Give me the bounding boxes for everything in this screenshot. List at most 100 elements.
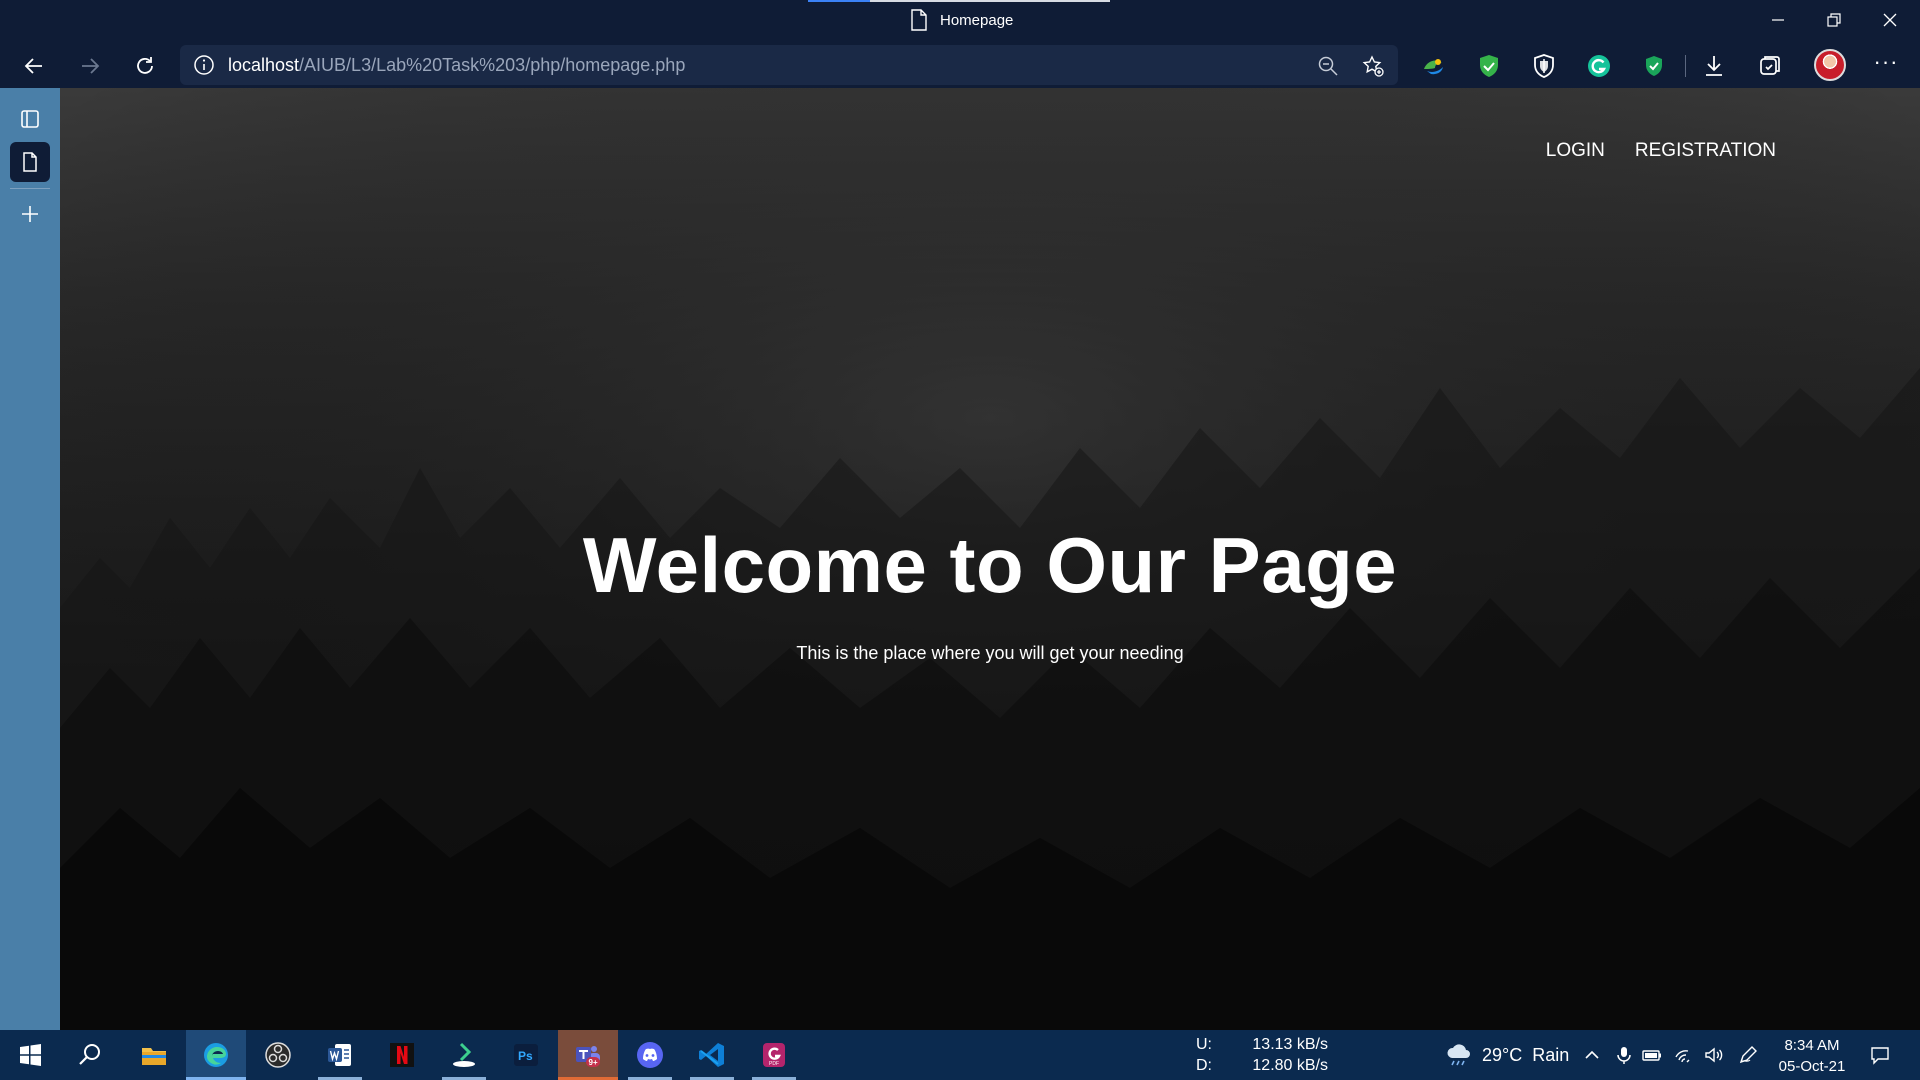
window-title: Homepage [910, 9, 1013, 31]
minimize-button[interactable] [1750, 0, 1806, 40]
forward-button[interactable] [72, 48, 108, 84]
photoshop-icon: Ps [514, 1044, 538, 1066]
downloader-icon [453, 1042, 475, 1067]
teams-badge: 9+ [589, 1058, 598, 1067]
volume-tray[interactable] [1702, 1043, 1726, 1067]
clock-time: 8:34 AM [1784, 1037, 1840, 1054]
netflix-taskbar-button[interactable] [372, 1030, 432, 1080]
plus-icon [22, 206, 38, 222]
chevron-up-icon [1585, 1050, 1599, 1059]
download-speed: 12.80 kB/s [1252, 1057, 1328, 1074]
battery-icon [1642, 1050, 1661, 1061]
obs-icon [265, 1042, 291, 1068]
windows-taskbar: Ps 9+ PDF U: D: 13.13 kB/s 12.80 kB/s 29… [0, 1030, 1920, 1080]
wifi-icon [1675, 1050, 1690, 1063]
window-title-text: Homepage [940, 11, 1014, 29]
active-tab-indicator [808, 0, 1110, 2]
close-button[interactable] [1862, 0, 1918, 40]
shield-icon [1534, 54, 1554, 78]
pen-tray[interactable] [1736, 1043, 1760, 1067]
hero-section: Welcome to Our Page This is the place wh… [60, 520, 1920, 664]
upload-label: U: [1196, 1036, 1212, 1053]
microphone-icon [1617, 1047, 1631, 1064]
collections-icon [1760, 56, 1780, 75]
url-path: /AIUB/L3/Lab%20Task%203/php/homepage.php [299, 54, 686, 75]
extension-2[interactable] [1473, 50, 1505, 82]
speaker-icon [1705, 1047, 1723, 1063]
vscode-taskbar-button[interactable] [682, 1030, 742, 1080]
tab-actions-button[interactable] [10, 99, 50, 139]
more-options-icon[interactable]: ··· [1870, 50, 1902, 82]
downloader-taskbar-button[interactable] [434, 1030, 494, 1080]
svg-text:PDF: PDF [769, 1061, 779, 1067]
windows-logo-icon [20, 1044, 41, 1066]
discord-taskbar-button[interactable] [620, 1030, 680, 1080]
microphone-tray[interactable] [1612, 1043, 1636, 1067]
restore-button[interactable] [1806, 0, 1862, 40]
zoom-out-icon [1318, 56, 1338, 76]
url-text[interactable]: localhost/AIUB/L3/Lab%20Task%203/php/hom… [228, 55, 685, 76]
profile-avatar[interactable] [1814, 49, 1846, 81]
browser-toolbar: localhost/AIUB/L3/Lab%20Task%203/php/hom… [0, 42, 1920, 88]
extension-3[interactable] [1528, 50, 1560, 82]
net-speed-values: 13.13 kB/s 12.80 kB/s [1248, 1034, 1328, 1076]
show-hidden-icons-button[interactable] [1580, 1043, 1604, 1067]
weather-text: 29°C Rain [1482, 1044, 1570, 1065]
restore-icon [1827, 13, 1841, 27]
notification-icon [1871, 1047, 1889, 1065]
folder-icon [142, 1048, 166, 1065]
close-icon [1883, 13, 1897, 27]
green-shield-icon [1480, 55, 1498, 77]
search-button[interactable] [60, 1030, 120, 1080]
registration-link[interactable]: REGISTRATION [1635, 140, 1776, 162]
download-label: D: [1196, 1057, 1212, 1074]
notification-center-button[interactable] [1868, 1043, 1892, 1067]
extension-1[interactable] [1418, 50, 1450, 82]
extension-5[interactable] [1638, 50, 1670, 82]
login-link[interactable]: LOGIN [1546, 140, 1605, 162]
arrow-left-icon [24, 58, 42, 74]
download-icon [1706, 56, 1722, 76]
tab-homepage[interactable] [10, 142, 50, 182]
back-button[interactable] [16, 48, 52, 84]
wifi-tray[interactable] [1672, 1043, 1696, 1067]
obs-taskbar-button[interactable] [248, 1030, 308, 1080]
downloads-button[interactable] [1698, 50, 1730, 82]
upload-speed: 13.13 kB/s [1252, 1036, 1328, 1053]
star-add-icon [1362, 55, 1384, 77]
photoshop-taskbar-button[interactable]: Ps [496, 1030, 556, 1080]
address-bar[interactable]: localhost/AIUB/L3/Lab%20Task%203/php/hom… [180, 45, 1398, 85]
colorful-extension-icon [1424, 59, 1443, 75]
clock-date: 05-Oct-21 [1778, 1058, 1846, 1075]
pdf-app-taskbar-button[interactable]: PDF [744, 1030, 804, 1080]
weather-widget[interactable]: 29°C Rain [1444, 1030, 1569, 1080]
start-button[interactable] [0, 1030, 60, 1080]
battery-tray[interactable] [1640, 1043, 1664, 1067]
collections-button[interactable] [1753, 50, 1785, 82]
tab-strip-divider [10, 188, 50, 189]
new-tab-button[interactable] [10, 194, 50, 234]
taskbar-clock[interactable]: 8:34 AM 05-Oct-21 [1770, 1035, 1854, 1077]
zoom-button[interactable] [1315, 53, 1341, 79]
minimize-icon [1772, 19, 1784, 21]
tab-actions-icon [21, 110, 39, 128]
word-taskbar-button[interactable] [310, 1030, 370, 1080]
refresh-icon [137, 57, 153, 74]
arrow-right-icon [82, 58, 100, 74]
refresh-button[interactable] [127, 48, 163, 84]
edge-icon [204, 1043, 228, 1067]
site-info-button[interactable] [180, 54, 228, 76]
vscode-icon [699, 1043, 724, 1067]
discord-icon [637, 1042, 663, 1068]
word-icon [328, 1044, 351, 1066]
grammarly-icon [1588, 55, 1610, 77]
info-icon [194, 55, 214, 75]
window-titlebar: Homepage [0, 0, 1920, 42]
file-explorer-button[interactable] [124, 1030, 184, 1080]
rain-cloud-icon [1447, 1044, 1470, 1066]
edge-taskbar-button[interactable] [186, 1030, 246, 1080]
pdf-app-icon: PDF [763, 1043, 785, 1067]
grammarly-extension[interactable] [1583, 50, 1615, 82]
teams-taskbar-button[interactable]: 9+ [558, 1030, 618, 1080]
add-favorite-button[interactable] [1360, 53, 1386, 79]
